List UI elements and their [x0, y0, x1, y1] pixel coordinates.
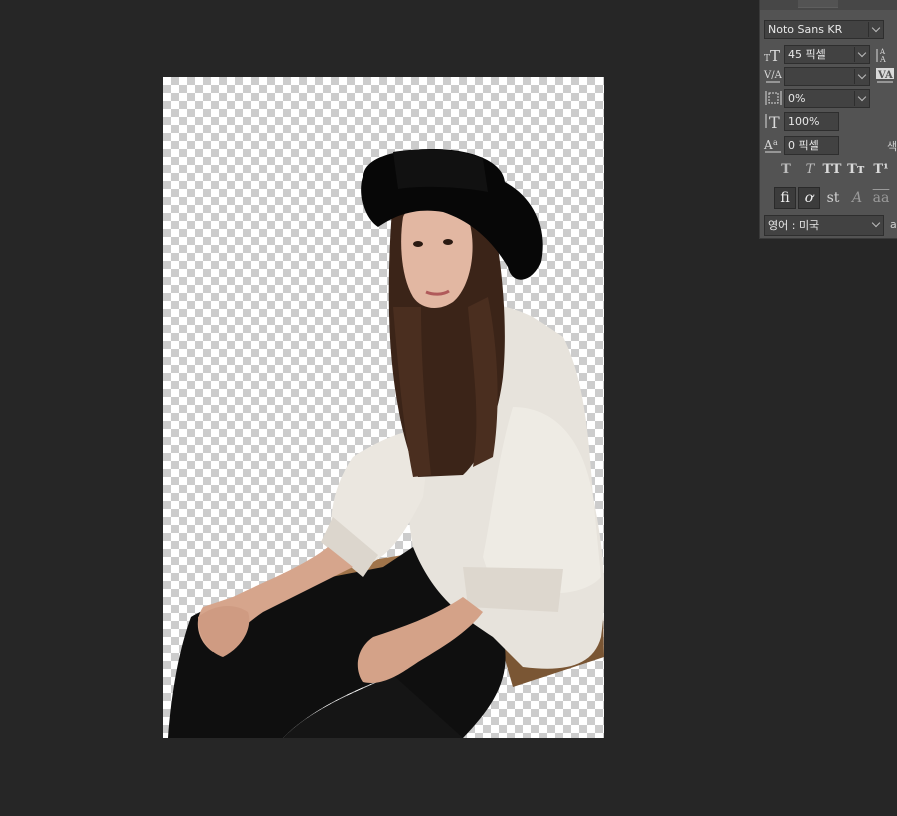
anti-alias-label: a — [890, 218, 897, 231]
tracking-icon-label: VA — [877, 70, 893, 81]
font-family-value: Noto Sans KR — [768, 23, 843, 36]
subject-cutout-image — [168, 149, 604, 738]
tracking-icon: VA — [875, 66, 895, 84]
swash-button[interactable]: A — [846, 187, 868, 209]
tab-character[interactable] — [798, 0, 838, 8]
font-size-value: 45 픽셀 — [788, 48, 826, 61]
font-size-icon: TT — [763, 46, 783, 64]
font-family-dropdown[interactable]: Noto Sans KR — [764, 20, 884, 39]
stylistic-alternates-button[interactable]: st — [822, 187, 844, 209]
faux-bold-button[interactable]: T — [776, 160, 796, 180]
discretionary-ligatures-button[interactable]: ơ — [798, 187, 820, 209]
svg-text:T: T — [770, 47, 780, 64]
faux-italic-button[interactable]: T — [800, 160, 820, 180]
tsume-dropdown[interactable]: 0% — [784, 89, 870, 108]
tsume-icon — [763, 89, 783, 107]
baseline-shift-input[interactable]: 0 픽셀 — [784, 136, 839, 155]
svg-text:A: A — [879, 55, 886, 64]
vertical-scale-icon: T — [763, 112, 783, 130]
document-canvas[interactable] — [163, 77, 604, 738]
ligatures-button[interactable]: fi — [774, 187, 796, 209]
small-caps-button[interactable]: Tт — [846, 160, 866, 180]
baseline-shift-value: 0 픽셀 — [788, 139, 819, 152]
language-dropdown[interactable]: 영어 : 미국 — [764, 215, 884, 236]
panel-tab-bar — [760, 0, 897, 10]
leading-icon: AA — [875, 46, 895, 64]
kerning-dropdown[interactable] — [784, 67, 870, 86]
svg-text:V/A: V/A — [763, 70, 783, 81]
kerning-icon: V/A — [763, 67, 783, 85]
color-label: 색 — [887, 140, 897, 153]
font-size-dropdown[interactable]: 45 픽셀 — [784, 45, 870, 64]
baseline-shift-icon: Aa — [763, 136, 783, 154]
language-value: 영어 : 미국 — [768, 219, 820, 232]
superscript-button[interactable]: T¹ — [871, 160, 891, 180]
tsume-value: 0% — [788, 92, 806, 105]
vertical-scale-input[interactable]: 100% — [784, 112, 839, 131]
character-panel: Noto Sans KR TT 45 픽셀 AA V/A VA 0% T 100… — [759, 0, 897, 239]
svg-text:A: A — [763, 138, 773, 152]
vertical-scale-value: 100% — [788, 115, 820, 128]
titling-alternates-button[interactable]: aa — [870, 187, 892, 209]
svg-text:a: a — [773, 138, 778, 147]
all-caps-button[interactable]: TT — [822, 160, 842, 180]
svg-text:T: T — [769, 113, 780, 130]
